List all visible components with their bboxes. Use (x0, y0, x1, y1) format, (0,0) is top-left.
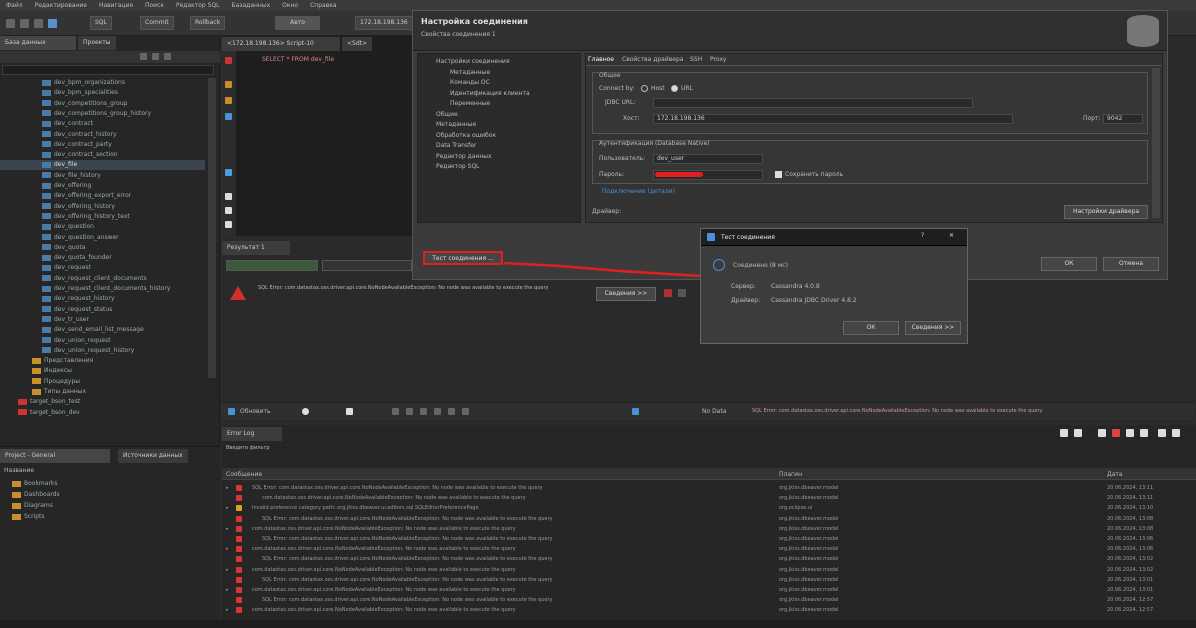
test-connection-popup: Тест соединения ? ✕ Соединено (8 мс) Сер… (700, 228, 968, 344)
close-icon[interactable]: ✕ (949, 232, 954, 239)
annotation-line (503, 261, 701, 278)
server-value: Cassandra 4.0.8 (771, 283, 820, 290)
popup-title: Тест соединения (721, 234, 775, 241)
server-label: Сервер: (731, 283, 756, 290)
info-icon (713, 259, 725, 271)
popup-header: Тест соединения ? ✕ (701, 229, 967, 246)
help-icon[interactable]: ? (921, 232, 924, 239)
annotation-arrow (503, 261, 701, 278)
popup-details-button[interactable]: Сведения >> (905, 321, 961, 335)
driver-value: Cassandra JDBC Driver 4.8.2 (771, 297, 857, 304)
popup-ok-button[interactable]: ОК (843, 321, 899, 335)
app-icon (707, 233, 715, 241)
status-bar (0, 620, 1196, 628)
driver-label-popup: Драйвер: (731, 297, 761, 304)
popup-status: Соединено (8 мс) (733, 262, 788, 269)
